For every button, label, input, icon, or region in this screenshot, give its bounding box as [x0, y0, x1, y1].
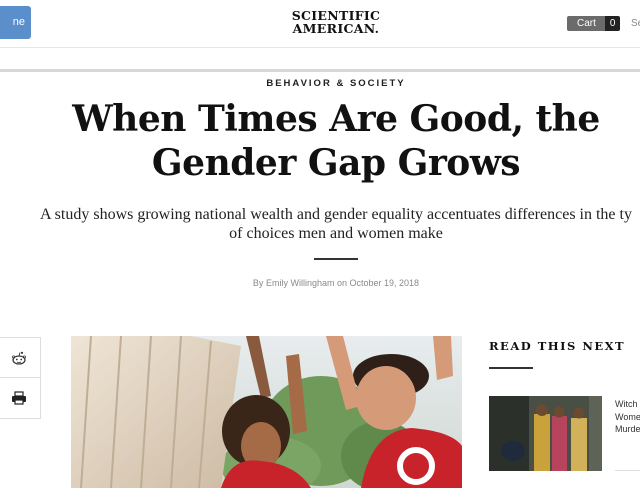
share-rail [0, 337, 41, 419]
hero-photo-illustration [71, 336, 462, 488]
nav-bar [0, 49, 640, 72]
article-byline: By Emily Willingham on October 19, 2018 [0, 278, 640, 288]
search-link[interactable]: Se [631, 16, 640, 31]
byline-prefix: By [252, 278, 264, 288]
cart-label: Cart [567, 16, 605, 31]
date-prefix: on [336, 278, 347, 288]
print-icon [11, 391, 26, 405]
cart-count-badge: 0 [604, 16, 621, 31]
article-title-line-2: Gender Gap Grows [151, 142, 521, 184]
read-next-photo [489, 396, 602, 471]
subscribe-button[interactable]: ne [0, 6, 31, 39]
site-logo[interactable]: SCIENTIFIC AMERICAN. [286, 9, 386, 35]
logo-mark: . [374, 21, 380, 36]
read-next-item-divider [615, 470, 640, 471]
read-this-next-heading: READ THIS NEXT [489, 339, 626, 353]
read-this-next-divider [489, 367, 533, 369]
read-next-thumbnail[interactable] [489, 396, 602, 471]
title-divider [314, 258, 358, 260]
read-next-title-line-1: Witch [615, 399, 638, 409]
publish-date: October 19, 2018 [349, 278, 420, 288]
logo-line-2: AMERICAN. [292, 21, 380, 36]
read-next-title-line-2: Wome [615, 411, 640, 422]
article-dek: A study shows growing national wealth an… [0, 205, 640, 243]
share-reddit-button[interactable] [0, 338, 40, 378]
hero-image [71, 336, 462, 488]
article-category[interactable]: BEHAVIOR & SOCIETY [0, 78, 640, 89]
read-next-title-line-3: Murde [615, 424, 640, 434]
article-title: When Times Are Good, the Gender Gap Grow… [0, 97, 640, 185]
site-header: ne SCIENTIFIC AMERICAN. Cart 0 Se [0, 0, 640, 48]
read-next-title[interactable]: Witch Wome Murde [615, 398, 640, 436]
author-link[interactable]: Emily Willingham [266, 278, 335, 288]
article-title-line-1: When Times Are Good, the [72, 98, 600, 140]
print-button[interactable] [0, 378, 40, 418]
cart-button[interactable]: Cart 0 [567, 16, 621, 31]
article-dek-line-2: of choices men and women make [229, 225, 443, 242]
article-dek-line-1: A study shows growing national wealth an… [40, 206, 632, 223]
reddit-icon [11, 351, 26, 365]
